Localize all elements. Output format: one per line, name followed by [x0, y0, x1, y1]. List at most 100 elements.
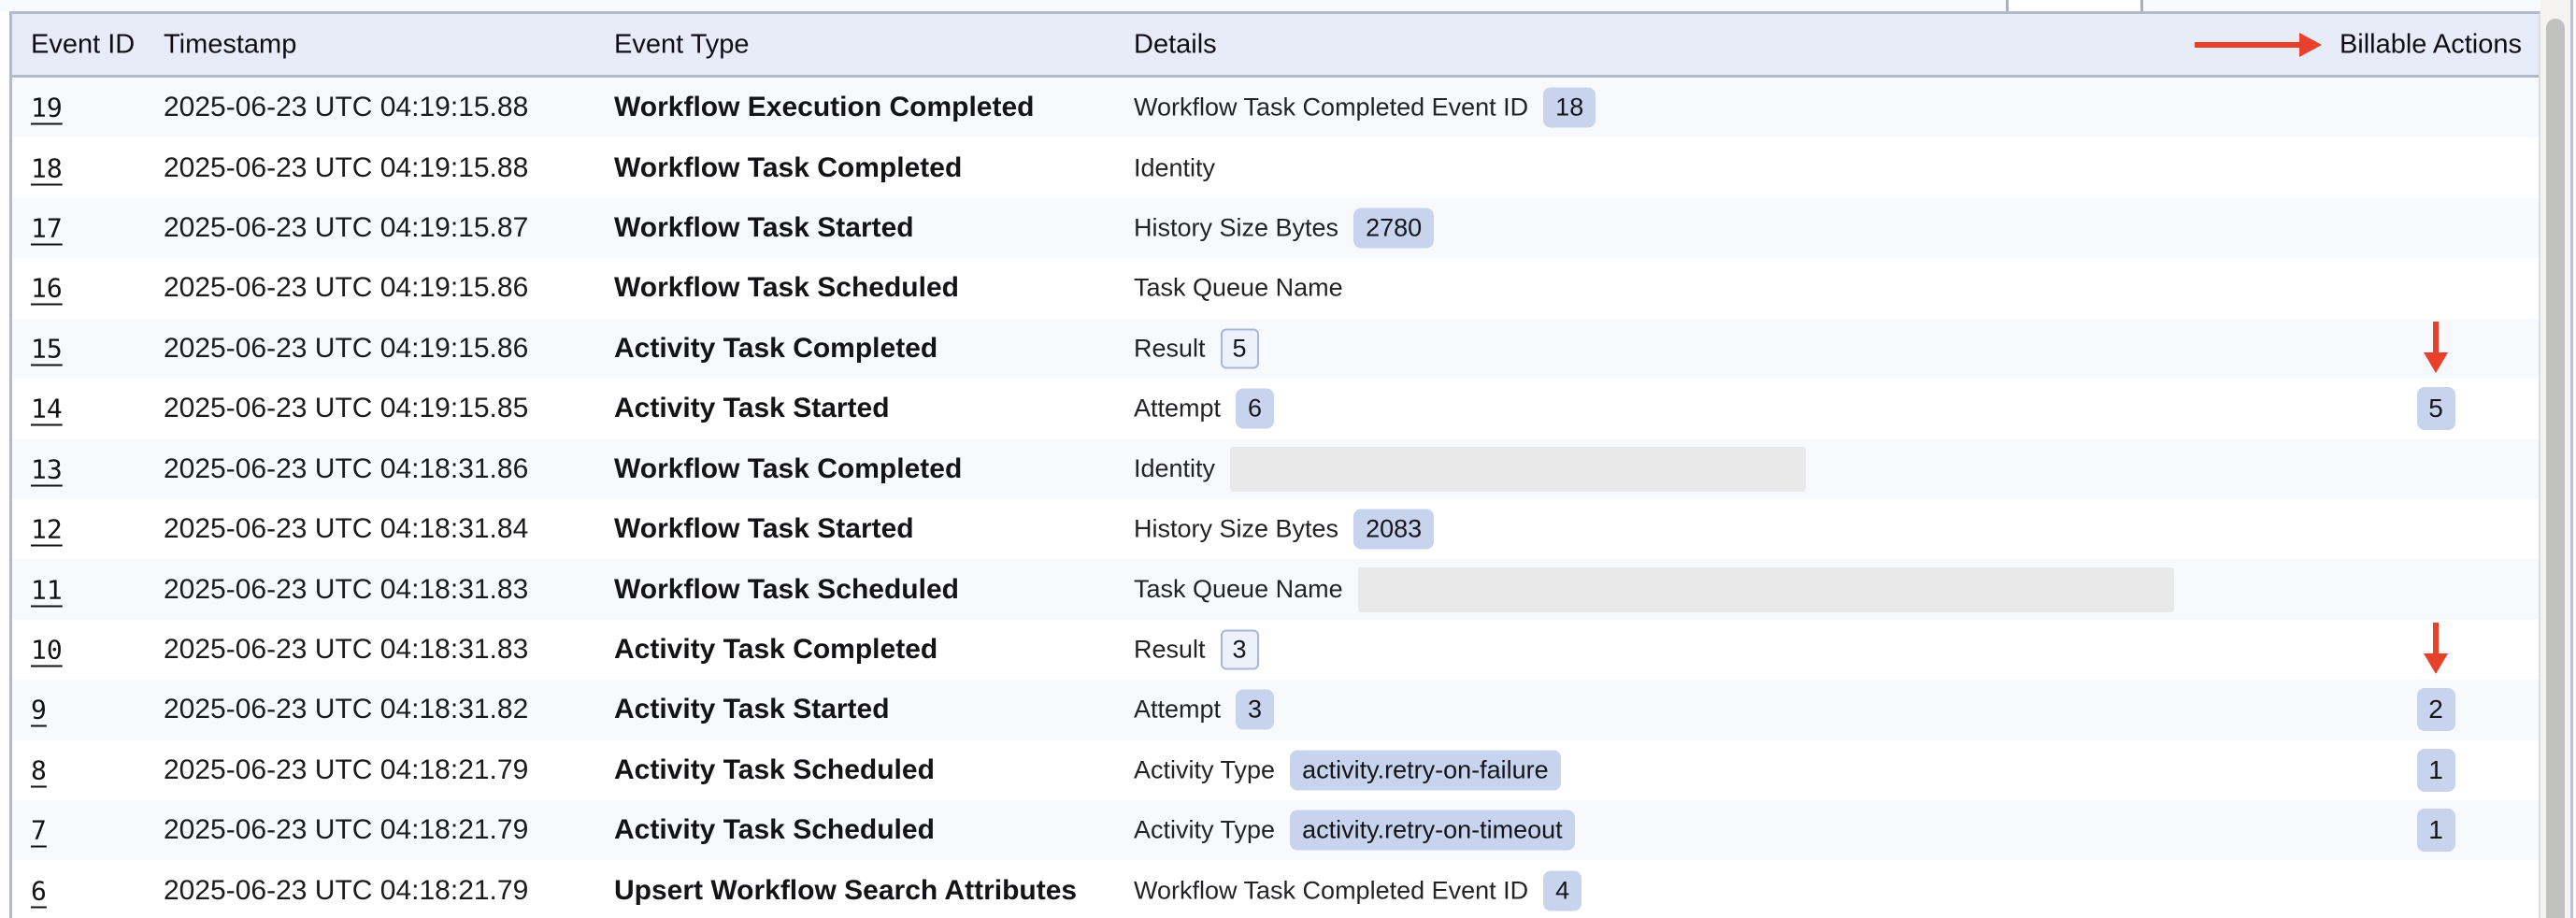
event-id-link[interactable]: 6 — [31, 875, 47, 906]
event-id-link[interactable]: 19 — [31, 93, 63, 123]
detail-label: Workflow Task Completed Event ID — [1134, 876, 1528, 905]
detail-label: Result — [1134, 334, 1206, 363]
detail-label: Activity Type — [1134, 816, 1275, 845]
event-id-link[interactable]: 14 — [31, 394, 63, 424]
event-timestamp: 2025-06-23 UTC 04:18:31.83 — [164, 574, 528, 606]
event-id-link[interactable]: 12 — [31, 514, 63, 545]
event-timestamp: 2025-06-23 UTC 04:18:31.83 — [164, 634, 528, 666]
event-type: Workflow Task Completed — [614, 453, 962, 485]
arrow-shaft — [2433, 322, 2439, 352]
table-row: 16 2025-06-23 UTC 04:19:15.86 Workflow T… — [12, 258, 2539, 318]
detail-label: Identity — [1134, 454, 1215, 483]
event-type: Activity Task Started — [614, 393, 890, 424]
billable-actions-badge: 1 — [2417, 809, 2455, 852]
header-billable-actions: Billable Actions — [2340, 29, 2522, 60]
event-history-table: Event ID Timestamp Event Type Details Bi… — [9, 11, 2540, 918]
annotation-arrow-down-icon — [2424, 623, 2448, 674]
event-type: Activity Task Completed — [614, 333, 937, 365]
table-row: 14 2025-06-23 UTC 04:19:15.85 Activity T… — [12, 379, 2539, 438]
event-type: Workflow Task Started — [614, 212, 914, 244]
event-timestamp: 2025-06-23 UTC 04:19:15.87 — [164, 212, 528, 244]
event-type: Workflow Execution Completed — [614, 92, 1035, 123]
table-row: 15 2025-06-23 UTC 04:19:15.86 Activity T… — [12, 319, 2539, 379]
event-details: Attempt 6 — [1134, 389, 2314, 429]
billable-actions-cell — [2333, 439, 2539, 499]
event-details: Identity — [1134, 447, 2314, 492]
table-header-row: Event ID Timestamp Event Type Details Bi… — [12, 14, 2539, 78]
event-id-link[interactable]: 16 — [31, 273, 63, 304]
header-details: Details — [1134, 29, 1217, 60]
event-details: History Size Bytes 2780 — [1134, 208, 2314, 249]
billable-actions-cell — [2333, 137, 2539, 197]
top-strip — [0, 0, 2576, 11]
table-row: 6 2025-06-23 UTC 04:18:21.79 Upsert Work… — [12, 860, 2539, 918]
table-row: 11 2025-06-23 UTC 04:18:31.83 Workflow T… — [12, 559, 2539, 619]
billable-actions-cell — [2333, 499, 2539, 559]
event-id-link[interactable]: 9 — [31, 695, 47, 725]
detail-value-badge: activity.retry-on-failure — [1290, 750, 1561, 790]
redacted-value — [1230, 447, 1806, 492]
event-id-link[interactable]: 15 — [31, 333, 63, 364]
arrow-head — [2424, 653, 2448, 674]
event-type: Activity Task Scheduled — [614, 814, 935, 846]
table-row: 17 2025-06-23 UTC 04:19:15.87 Workflow T… — [12, 198, 2539, 258]
event-id-link[interactable]: 11 — [31, 574, 63, 605]
billable-actions-cell — [2333, 78, 2539, 137]
event-id-link[interactable]: 18 — [31, 152, 63, 183]
table-row: 10 2025-06-23 UTC 04:18:31.83 Activity T… — [12, 620, 2539, 680]
billable-actions-cell — [2333, 198, 2539, 258]
table-row: 7 2025-06-23 UTC 04:18:21.79 Activity Ta… — [12, 800, 2539, 860]
partial-cutoff-element — [2006, 0, 2143, 11]
event-timestamp: 2025-06-23 UTC 04:18:31.84 — [164, 513, 528, 545]
event-type: Workflow Task Completed — [614, 152, 962, 184]
table-row: 8 2025-06-23 UTC 04:18:21.79 Activity Ta… — [12, 740, 2539, 800]
billable-actions-cell — [2333, 620, 2539, 680]
event-id-link[interactable]: 7 — [31, 815, 47, 846]
table-row: 12 2025-06-23 UTC 04:18:31.84 Workflow T… — [12, 499, 2539, 559]
detail-value-badge: 5 — [1221, 328, 1259, 368]
detail-label: Activity Type — [1134, 755, 1275, 784]
table-row: 19 2025-06-23 UTC 04:19:15.88 Workflow E… — [12, 78, 2539, 137]
event-timestamp: 2025-06-23 UTC 04:18:31.86 — [164, 453, 528, 485]
billable-actions-cell — [2333, 559, 2539, 619]
detail-label: History Size Bytes — [1134, 515, 1338, 544]
detail-value-badge: 4 — [1543, 870, 1581, 911]
table-row: 9 2025-06-23 UTC 04:18:31.82 Activity Ta… — [12, 680, 2539, 739]
detail-label: Attempt — [1134, 394, 1221, 423]
detail-value-badge: 3 — [1236, 690, 1274, 730]
event-id-link[interactable]: 8 — [31, 754, 47, 785]
redacted-value — [1358, 567, 2174, 612]
detail-label: Workflow Task Completed Event ID — [1134, 93, 1528, 122]
event-details: Activity Type activity.retry-on-failure — [1134, 750, 2314, 790]
billable-actions-cell: 1 — [2333, 740, 2539, 800]
event-details: Attempt 3 — [1134, 690, 2314, 730]
event-timestamp: 2025-06-23 UTC 04:19:15.85 — [164, 393, 528, 424]
event-details: Identity — [1134, 153, 2314, 182]
event-id-link[interactable]: 10 — [31, 635, 63, 666]
event-id-link[interactable]: 13 — [31, 453, 63, 484]
event-timestamp: 2025-06-23 UTC 04:19:15.88 — [164, 92, 528, 123]
event-timestamp: 2025-06-23 UTC 04:19:15.86 — [164, 272, 528, 304]
table-row: 13 2025-06-23 UTC 04:18:31.86 Workflow T… — [12, 439, 2539, 499]
annotation-arrow-down-icon — [2424, 322, 2448, 373]
event-type: Workflow Task Scheduled — [614, 574, 959, 606]
detail-label: History Size Bytes — [1134, 214, 1338, 243]
header-event-type: Event Type — [614, 29, 750, 60]
event-type: Activity Task Started — [614, 694, 890, 725]
scrollbar-thumb[interactable] — [2546, 19, 2565, 918]
vertical-scrollbar[interactable] — [2540, 0, 2570, 918]
event-id-link[interactable]: 17 — [31, 213, 63, 244]
header-timestamp: Timestamp — [164, 29, 296, 60]
detail-value-badge: 6 — [1236, 389, 1274, 429]
arrow-head — [2299, 33, 2322, 57]
detail-label: Task Queue Name — [1134, 575, 1343, 604]
detail-label: Result — [1134, 636, 1206, 665]
detail-value-badge: 3 — [1221, 630, 1259, 670]
table-row: 18 2025-06-23 UTC 04:19:15.88 Workflow T… — [12, 137, 2539, 197]
table-body: 19 2025-06-23 UTC 04:19:15.88 Workflow E… — [12, 78, 2539, 918]
arrow-shaft — [2433, 623, 2439, 653]
annotation-arrow-right-icon — [2195, 33, 2322, 57]
event-details: Activity Type activity.retry-on-timeout — [1134, 810, 2314, 851]
arrow-shaft — [2195, 42, 2299, 48]
event-timestamp: 2025-06-23 UTC 04:18:21.79 — [164, 754, 528, 786]
